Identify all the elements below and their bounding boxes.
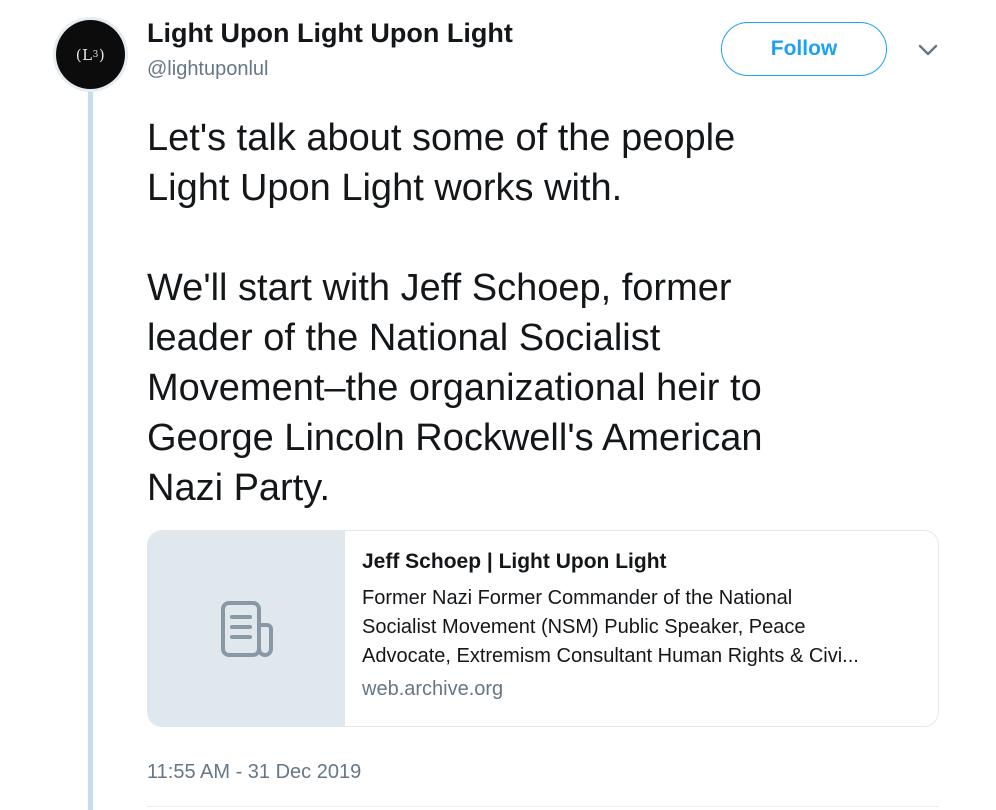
tweet-line: Light Upon Light works with.	[147, 167, 623, 209]
tweet-line: leader of the National Socialist	[147, 317, 661, 359]
avatar-logo-text: (L	[75, 45, 93, 64]
card-description-line: Former Nazi Former Commander of the Nati…	[362, 587, 793, 609]
tweet-line: George Lincoln Rockwell's American	[147, 417, 763, 459]
avatar[interactable]: (L 3)	[53, 17, 128, 92]
avatar-logo-close: )	[98, 45, 106, 64]
document-icon	[220, 600, 273, 657]
card-description-line: Advocate, Extremism Consultant Human Rig…	[362, 645, 859, 667]
card-description: Former Nazi Former Commander of the Nati…	[362, 584, 920, 671]
avatar-logo: (L 3)	[56, 20, 125, 89]
tweet-line: We'll start with Jeff Schoep, former	[147, 267, 732, 309]
chevron-down-icon	[918, 44, 938, 56]
author-display-name[interactable]: Light Upon Light Upon Light	[147, 18, 513, 49]
more-menu-button[interactable]	[914, 38, 942, 62]
tweet: (L 3) Light Upon Light Upon Light @lightu…	[0, 0, 996, 810]
tweet-line: Nazi Party.	[147, 467, 331, 509]
tweet-line: Let's talk about some of the people	[147, 117, 736, 159]
thread-line	[88, 92, 93, 810]
divider	[147, 806, 939, 807]
author-handle[interactable]: @lightuponlul	[147, 58, 269, 81]
card-thumbnail	[148, 531, 345, 726]
link-card[interactable]: Jeff Schoep | Light Upon Light Former Na…	[147, 530, 939, 727]
card-title: Jeff Schoep | Light Upon Light	[362, 550, 667, 573]
card-description-line: Socialist Movement (NSM) Public Speaker,…	[362, 616, 806, 638]
follow-button[interactable]: Follow	[721, 22, 887, 76]
card-domain: web.archive.org	[362, 678, 504, 700]
card-body: Jeff Schoep | Light Upon Light Former Na…	[345, 531, 938, 726]
tweet-line: Movement–the organizational heir to	[147, 367, 762, 409]
tweet-text: Let's talk about some of the people Ligh…	[147, 113, 927, 513]
tweet-timestamp[interactable]: 11:55 AM - 31 Dec 2019	[147, 761, 361, 784]
